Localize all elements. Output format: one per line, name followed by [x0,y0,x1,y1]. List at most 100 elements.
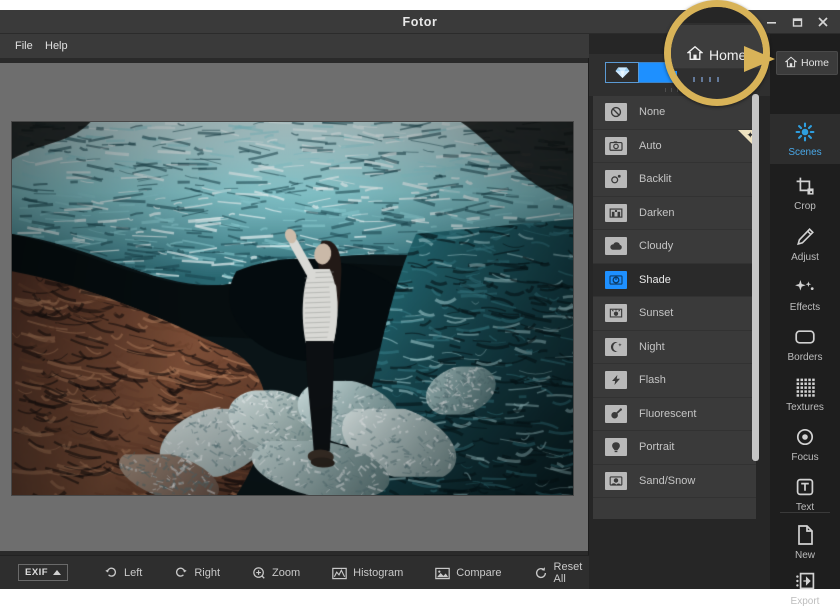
rail-item-focus[interactable]: Focus [770,421,840,467]
rotate-left-icon [104,566,118,580]
zoom-button[interactable]: Zoom [236,556,316,590]
canvas-backdrop [0,63,588,551]
scene-label: Portrait [639,441,674,453]
scene-row-cloudy[interactable]: Cloudy [593,230,756,264]
rail-item-crop[interactable]: Crop [770,170,840,216]
rail-item-label: Text [796,502,814,513]
rail-item-label: Adjust [791,252,819,263]
magnifier-home-label-group: Home [687,45,746,64]
rail-item-label: Scenes [788,147,821,158]
scene-label: Flash [639,374,666,386]
fotor-application-window: Fotor File Help EXIF [0,10,840,589]
pencil-icon [795,226,815,248]
scene-row-portrait[interactable]: Portrait [593,431,756,465]
reset-all-button[interactable]: Reset All [518,556,599,590]
scene-row-shade[interactable]: Shade [593,264,756,298]
histogram-button[interactable]: Histogram [316,556,419,590]
close-icon[interactable] [810,12,836,32]
scene-label: Darken [639,207,674,219]
scene-label: None [639,106,665,118]
scene-row-sunset[interactable]: Sunset [593,297,756,331]
border-icon [794,326,816,348]
home-icon [785,56,797,71]
texture-icon [795,376,815,398]
cloud-icon [605,237,627,255]
scenes-icon [795,121,815,143]
magnifier-tick-slice [693,77,733,83]
rail-item-label: New [795,550,815,561]
darken-icon [605,204,627,222]
caret-up-icon [53,570,61,575]
maximize-icon[interactable] [784,12,810,32]
rail-item-effects[interactable]: Effects [770,271,840,317]
scene-label: Cloudy [639,240,673,252]
menu-item-file[interactable]: File [8,34,40,58]
home-button[interactable]: Home [776,51,838,75]
sparkle-icon [794,276,816,298]
scene-row-flash[interactable]: Flash [593,364,756,398]
home-icon [687,45,703,64]
exif-label: EXIF [25,567,48,578]
rail-item-label: Textures [786,402,824,413]
scenes-scrollbar-thumb[interactable] [752,94,759,461]
magnifier-home-label: Home [709,47,746,63]
rail-item-textures[interactable]: Textures [770,371,840,417]
exif-button[interactable]: EXIF [18,564,68,581]
compare-button[interactable]: Compare [419,556,517,590]
bottom-toolbar-buttons: Left Right Zoom Histogram [88,556,598,590]
editor-canvas-area [0,58,589,555]
reset-all-label: Reset All [554,561,583,585]
scene-row-darken[interactable]: Darken [593,197,756,231]
scene-row-backlit[interactable]: Backlit [593,163,756,197]
camera-icon [605,137,627,155]
scene-row-night[interactable]: Night [593,331,756,365]
flash-icon [605,371,627,389]
scenes-list[interactable]: None Auto✦ Backlit Darken Cloudy ShadeSunset N… [593,96,756,519]
rotate-right-label: Right [194,567,220,579]
scene-label: Night [639,341,665,353]
rail-item-scenes[interactable]: Scenes [770,114,840,164]
edited-photo[interactable] [12,122,573,495]
rail-item-label: Borders [787,352,822,363]
sunset-icon [605,304,627,322]
export-icon [794,570,816,592]
scene-label: Auto [639,140,662,152]
scene-label: Backlit [639,173,671,185]
rotate-right-button[interactable]: Right [158,556,236,590]
zoom-icon [252,566,266,580]
rotate-left-label: Left [124,567,142,579]
reset-icon [534,566,548,580]
scenes-scrollbar[interactable] [752,94,759,461]
rail-item-label: Focus [791,452,818,463]
moon-icon [605,338,627,356]
rail-item-export[interactable]: Export [770,567,840,609]
rail-item-label: Crop [794,201,816,212]
scenes-panel: None Auto✦ Backlit Darken Cloudy ShadeSunset N… [589,34,770,589]
gem-icon[interactable] [605,62,639,83]
compare-label: Compare [456,567,501,579]
zoom-label: Zoom [272,567,300,579]
shade-icon [605,271,627,289]
scene-row-auto[interactable]: Auto✦ [593,130,756,164]
menu-item-help[interactable]: Help [38,34,75,58]
scene-label: Fluorescent [639,408,696,420]
rotate-left-button[interactable]: Left [88,556,158,590]
tool-rail: Home Scenes Crop Adjust Effects Borders Textu… [770,34,840,589]
rail-item-adjust[interactable]: Adjust [770,221,840,267]
scene-row-fluorescent[interactable]: Fluorescent [593,398,756,432]
backlit-icon [605,170,627,188]
histogram-icon [332,567,347,580]
home-label: Home [801,57,829,69]
scene-row-sand-snow[interactable]: Sand/Snow [593,465,756,499]
magnifier-titlebar-slice [671,7,763,23]
rail-item-borders[interactable]: Borders [770,321,840,367]
compare-icon [435,567,450,580]
rail-item-label: Export [791,596,820,607]
rail-item-label: Effects [790,302,820,313]
histogram-label: Histogram [353,567,403,579]
sandsnow-icon [605,472,627,490]
new-file-icon [795,524,815,546]
rail-item-text[interactable]: Text [770,471,840,517]
rail-divider [780,512,830,513]
rail-item-new[interactable]: New [770,521,840,563]
